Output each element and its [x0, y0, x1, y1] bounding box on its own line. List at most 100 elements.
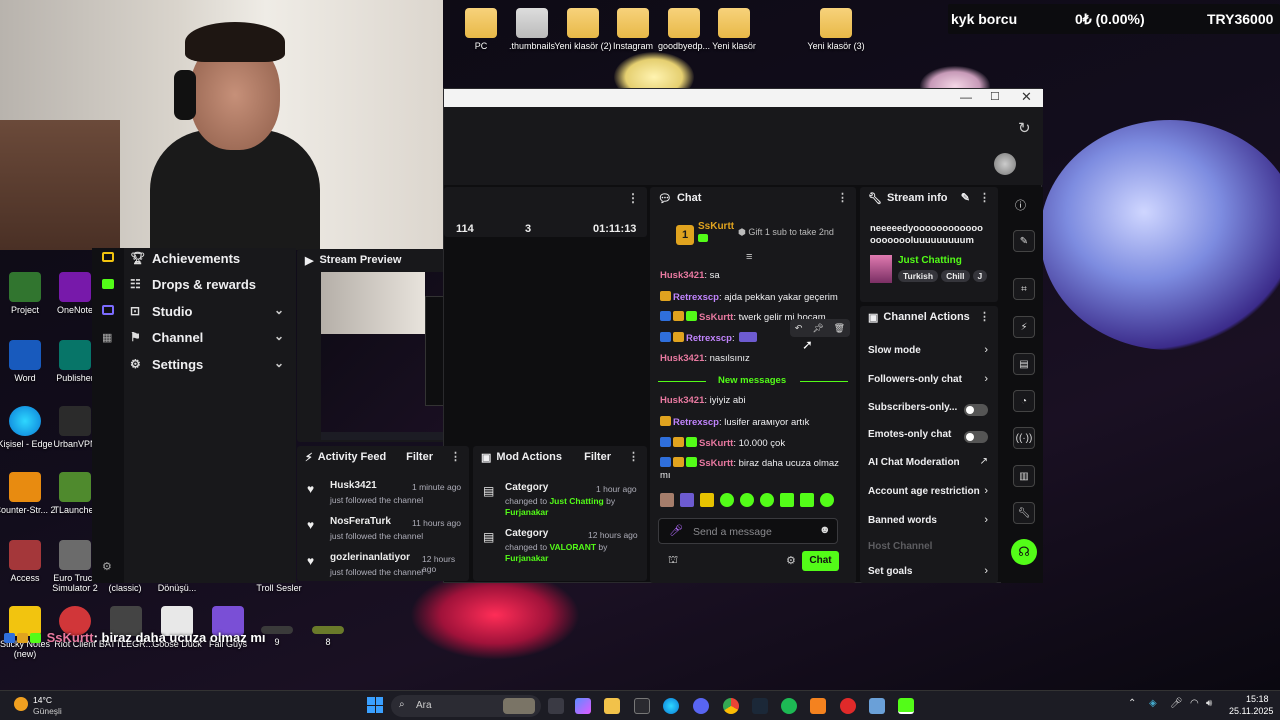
wrench-icon[interactable]: 🔧︎ [1013, 502, 1035, 524]
chat-username[interactable]: Husk3421 [660, 395, 704, 406]
chat-message[interactable]: Retrexscp: [660, 332, 845, 344]
emote-icon[interactable] [680, 493, 694, 507]
nav-studio[interactable]: ⊡ Studio ⌄ [130, 301, 290, 321]
studio-icon[interactable] [102, 305, 114, 315]
emotes-only-toggle[interactable] [964, 431, 988, 443]
nav-channel[interactable]: ⚑ Channel ⌄ [130, 327, 290, 347]
refresh-icon[interactable]: ↻ [1018, 119, 1031, 137]
collapse-icon[interactable]: ≡ [746, 251, 752, 263]
windows-start-icon[interactable] [367, 697, 383, 713]
chat-message[interactable]: SsKurtt: biraz daha ucuza olmaz [660, 457, 845, 469]
minimize-icon[interactable]: — [960, 90, 972, 104]
taskbar-search[interactable]: ⌕ Ara [391, 695, 541, 717]
stream-tag[interactable]: J [972, 270, 988, 282]
weather-temp[interactable]: 14°C [33, 695, 52, 705]
chat-username[interactable]: SsKurtt [699, 438, 733, 449]
chat-input[interactable]: 🎤︎ Send a message ☻ [658, 518, 838, 544]
desktop-icon[interactable]: Yeni klasör (3) [801, 8, 871, 51]
emote-icon[interactable] [720, 493, 734, 507]
file-explorer-icon[interactable] [604, 698, 620, 714]
drops-icon[interactable] [102, 279, 114, 289]
stream-tag[interactable]: Chill [941, 270, 970, 282]
more-icon[interactable]: ⋮ [627, 191, 639, 205]
stream-category[interactable]: Just Chatting [898, 255, 962, 266]
store-icon[interactable] [634, 698, 650, 714]
activity-user[interactable]: Husk3421 [330, 480, 377, 491]
bolt-icon[interactable]: ⚡︎ [1013, 316, 1035, 338]
copilot-icon[interactable] [575, 698, 591, 714]
subscribers-only-toggle[interactable] [964, 404, 988, 416]
chat-message[interactable]: Husk3421: sa [660, 270, 845, 281]
chat-username[interactable]: Retrexscp [686, 333, 732, 344]
send-chat-button[interactable]: Chat [802, 551, 839, 571]
emoji-icon[interactable]: ☻ [819, 524, 831, 536]
chat-message[interactable]: SsKurtt: 10.000 çok [660, 437, 845, 449]
message-icon[interactable]: ◔ [1013, 390, 1035, 412]
more-icon[interactable]: ⋮ [979, 310, 990, 323]
more-icon[interactable]: ⋮ [450, 450, 461, 463]
steam-icon[interactable] [752, 698, 768, 714]
mod-action-user[interactable]: Furjanakar [505, 507, 548, 517]
chat-username[interactable]: Retrexscp [673, 292, 719, 303]
support-headset-icon[interactable]: ☊ [1011, 539, 1037, 565]
emote-icon[interactable] [660, 493, 674, 507]
task-view-icon[interactable] [548, 698, 564, 714]
clock-date[interactable]: 25.11.2025 [1229, 706, 1273, 716]
clock-time[interactable]: 15:18 [1246, 694, 1269, 704]
chevron-up-icon[interactable]: ⌃ [1128, 698, 1136, 709]
mod-action-item[interactable]: ▤ Category 12 hours ago changed to VALOR… [483, 528, 643, 568]
more-icon[interactable]: ⋮ [979, 191, 990, 204]
gift-sub-button[interactable]: ⬢ Gift 1 sub to take 2nd [738, 227, 834, 238]
chat-username[interactable]: SsKurtt [699, 458, 733, 469]
app-icon[interactable] [840, 698, 856, 714]
close-icon[interactable]: ✕ [1021, 89, 1032, 105]
clip-icon[interactable]: ⌗ [1013, 278, 1035, 300]
grid-icon[interactable]: ▦ [102, 331, 114, 344]
volume-icon[interactable]: 🔊︎ [1206, 698, 1212, 709]
microphone-icon[interactable]: 🎤︎ [1170, 698, 1183, 709]
ai-moderation-row[interactable]: AI Chat Moderation [868, 457, 992, 477]
chat-username[interactable]: Husk3421 [660, 270, 704, 281]
more-icon[interactable]: ⋮ [628, 450, 639, 463]
chat-username[interactable]: Husk3421 [660, 353, 704, 364]
desktop-icon[interactable]: Yeni klasör [699, 8, 769, 51]
chat-message[interactable]: Retrexscp: lusifer arамıyor artık [660, 416, 845, 428]
banned-words-row[interactable]: Banned words [868, 515, 992, 535]
mod-action-user[interactable]: Furjanakar [505, 553, 548, 563]
followers-only-row[interactable]: Followers-only chat [868, 374, 992, 394]
chat-username[interactable]: SsKurtt [699, 312, 733, 323]
nav-drops-rewards[interactable]: ☷ Drops & rewards [130, 274, 290, 294]
wifi-icon[interactable]: ◠ [1190, 698, 1199, 709]
document-icon[interactable]: ▤ [1013, 353, 1035, 375]
discord-icon[interactable] [693, 698, 709, 714]
activity-user[interactable]: NosFeraTurk [330, 516, 391, 527]
emote-icon[interactable] [740, 493, 754, 507]
desktop-icon-label[interactable]: Troll Sesler [244, 583, 314, 593]
gear-icon[interactable]: ⚙ [102, 560, 112, 573]
emote-icon[interactable] [700, 493, 714, 507]
chat-username[interactable]: Retrexscp [673, 417, 719, 428]
activity-filter-button[interactable]: Filter [406, 451, 433, 463]
emote-icon[interactable] [820, 493, 834, 507]
chat-message[interactable]: mı [660, 470, 845, 481]
maximize-icon[interactable]: ☐ [990, 90, 1000, 103]
achievement-icon[interactable] [102, 252, 114, 262]
gear-icon[interactable]: ⚙ [786, 554, 796, 567]
account-age-row[interactable]: Account age restriction [868, 486, 992, 506]
desktop-icon-label[interactable]: Dönüşü... [142, 583, 212, 593]
weather-place[interactable]: Güneşli [33, 706, 62, 716]
chat-message[interactable]: Retrexscp: ajda pekkan yakar geçerim [660, 291, 845, 303]
weather-icon[interactable] [14, 697, 28, 711]
layout-icon[interactable]: ▥ [1013, 465, 1035, 487]
emote-icon[interactable] [780, 493, 794, 507]
nav-achievements[interactable]: 🏆︎ Achievements [130, 248, 290, 268]
info-icon[interactable]: ⓘ [1015, 197, 1026, 213]
set-goals-row[interactable]: Set goals [868, 566, 992, 586]
chat-message[interactable]: Husk3421: nasılsınız [660, 353, 845, 364]
network-icon[interactable]: ◈ [1149, 698, 1157, 709]
emote-icon[interactable] [800, 493, 814, 507]
broadcast-icon[interactable]: ((·)) [1013, 427, 1035, 449]
chat-message[interactable]: Husk3421: iyiyiz abi [660, 395, 845, 406]
mod-action-item[interactable]: ▤ Category 1 hour ago changed to Just Ch… [483, 482, 643, 522]
activity-user[interactable]: gozlerinanlatiyor [330, 552, 410, 563]
